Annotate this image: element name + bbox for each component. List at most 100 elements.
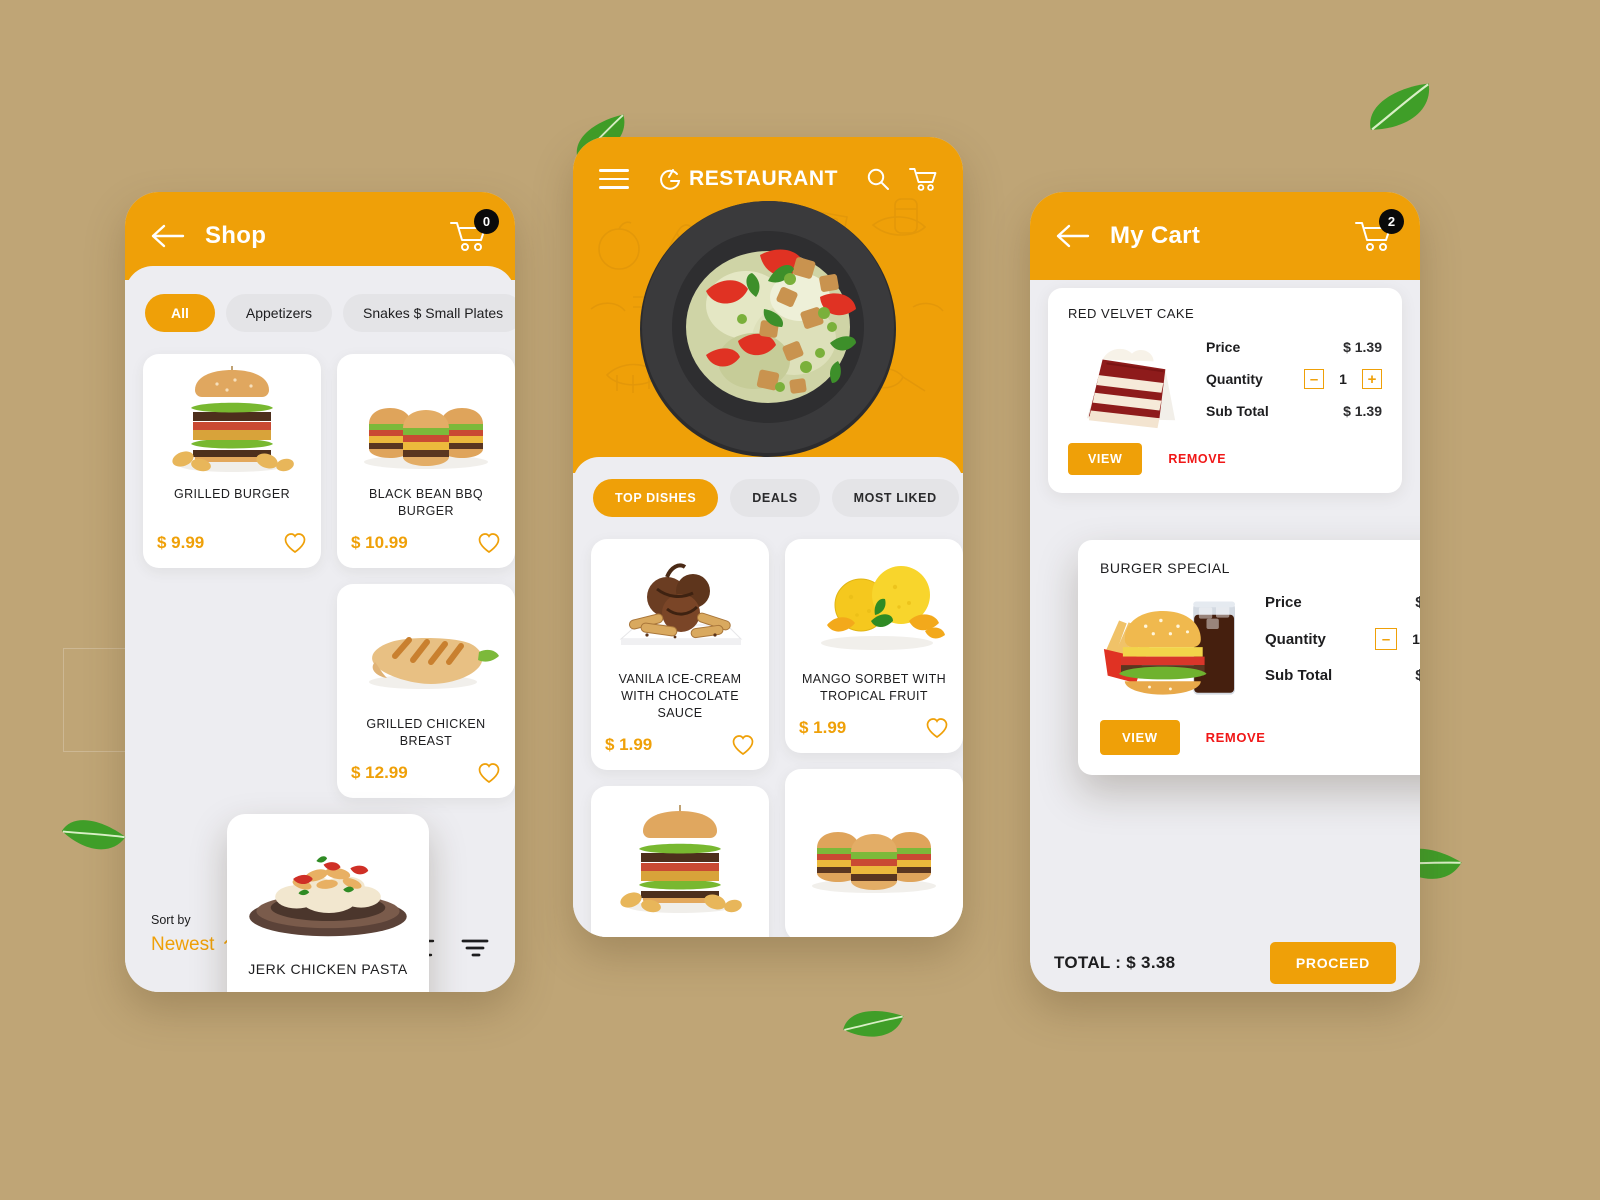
mango-sorbet-image [799, 551, 949, 661]
page-title: My Cart [1110, 222, 1201, 249]
product-name: GRILLED BURGER [173, 487, 291, 501]
bbq-burgers-image [799, 781, 949, 901]
filter-chip-all[interactable]: All [145, 294, 215, 332]
bbq-burgers-image [351, 366, 501, 476]
cart-item-price: $ 1.39 [1343, 339, 1382, 355]
quantity-value: 1 [1339, 371, 1347, 387]
cart-subtotal-row: Sub Total $ 1.39 [1206, 403, 1382, 419]
home-screen: RESTAURANT TOP DISHES DEALS MOST LIKED V… [573, 137, 963, 937]
quantity-stepper[interactable]: – 1 + [1375, 628, 1420, 650]
filter-chip-group: All Appetizers Snakes $ Small Plates [143, 266, 515, 332]
cart-item-name: BURGER SPECIAL [1100, 560, 1230, 576]
dish-name: MANGO SORBET WITH TROPICAL FRUIT [801, 672, 947, 703]
tab-most-liked[interactable]: MOST LIKED [831, 479, 959, 517]
quantity-increase-button[interactable]: + [1362, 369, 1382, 389]
cart-item: RED VELVET CAKE Price $ 1.39 Quantity – … [1048, 288, 1402, 493]
remove-button[interactable]: REMOVE [1168, 452, 1226, 466]
tab-top-dishes[interactable]: TOP DISHES [593, 479, 719, 517]
dish-card[interactable] [591, 785, 769, 937]
cart-price-row: Price $ 1.99 [1265, 594, 1420, 611]
grilled-burger-image [157, 366, 307, 476]
proceed-button[interactable]: PROCEED [1269, 942, 1396, 984]
dish-name: VANILA ICE-CREAM WITH CHOCOLATE SAUCE [618, 672, 742, 720]
product-price: $ 9.99 [157, 533, 205, 552]
quantity-stepper[interactable]: – 1 + [1304, 369, 1382, 389]
subtotal-label: Sub Total [1206, 403, 1269, 419]
dish-price: $ 1.99 [799, 718, 847, 737]
featured-product-card[interactable]: JERK CHICKEN PASTA $ 13.99 [227, 814, 429, 992]
quantity-value: 1 [1412, 631, 1420, 647]
cart-screen: My Cart 2 RED VELVET CAKE Price $ 1.39 Q… [1030, 192, 1420, 992]
cart-item-price: $ 1.99 [1415, 594, 1420, 611]
cart-total: TOTAL : $ 3.38 [1054, 953, 1176, 972]
sort-value: Newest [151, 934, 215, 956]
product-name: BLACK BEAN BBQ BURGER [369, 487, 483, 518]
leaf-decoration-icon [1360, 77, 1440, 139]
filter-chip-appetizers[interactable]: Appetizers [225, 294, 333, 332]
hamburger-icon[interactable] [599, 163, 629, 195]
dish-card[interactable] [785, 769, 963, 937]
favorite-heart-icon[interactable] [925, 717, 949, 739]
dish-price: $ 1.99 [605, 734, 653, 754]
tab-group: TOP DISHES DEALS MOST LIKED [591, 457, 959, 517]
hero-banner: RESTAURANT [573, 137, 963, 473]
quantity-label: Quantity [1265, 630, 1326, 648]
home-header: RESTAURANT [573, 137, 963, 195]
cart-subtotal-row: Sub Total $ 1.99 [1265, 667, 1420, 684]
filter-chip-snacks[interactable]: Snakes $ Small Plates [343, 294, 515, 332]
page-title: Shop [205, 222, 267, 249]
product-name: GRILLED CHICKEN BREAST [366, 717, 486, 748]
leaf-decoration-icon [839, 996, 907, 1051]
favorite-heart-icon[interactable] [283, 532, 307, 554]
cart-count-badge: 2 [1379, 209, 1404, 234]
favorite-heart-icon[interactable] [477, 762, 501, 784]
hero-dish-image [573, 193, 963, 461]
dish-card[interactable]: VANILA ICE-CREAM WITH CHOCOLATE SAUCE $ … [591, 539, 769, 770]
burger-with-soda-image [1100, 584, 1255, 714]
grilled-burger-image [605, 798, 755, 918]
cart-quantity-row: Quantity – 1 + [1265, 628, 1420, 650]
cart-item-subtotal: $ 1.99 [1415, 667, 1420, 684]
cart-price-row: Price $ 1.39 [1206, 339, 1382, 355]
filter-icon[interactable] [461, 938, 489, 958]
dish-card[interactable]: MANGO SORBET WITH TROPICAL FRUIT $ 1.99 [785, 539, 963, 753]
view-button[interactable]: VIEW [1068, 443, 1143, 475]
brand-name: RESTAURANT [688, 166, 839, 190]
product-card[interactable]: GRILLED BURGER $ 9.99 [143, 354, 321, 568]
price-label: Price [1265, 594, 1302, 611]
arrow-left-icon[interactable] [1056, 223, 1090, 249]
tab-deals[interactable]: DEALS [730, 479, 820, 517]
canvas: Shop 0 All Appetizers Snakes $ Small Pla… [0, 0, 1600, 1200]
cart-icon[interactable]: 0 [449, 209, 499, 253]
jerk-chicken-pasta-image [243, 828, 413, 946]
fork-circle-logo-icon [660, 168, 681, 190]
favorite-heart-icon[interactable] [731, 734, 755, 756]
cart-item-subtotal: $ 1.39 [1343, 403, 1382, 419]
product-price: $ 10.99 [351, 533, 408, 552]
chicken-breast-image [351, 596, 501, 706]
cart-item-name: RED VELVET CAKE [1068, 306, 1195, 321]
product-card[interactable]: BLACK BEAN BBQ BURGER $ 10.99 [337, 354, 515, 568]
cart-header: My Cart 2 [1030, 192, 1420, 280]
brand-logo: RESTAURANT [657, 167, 838, 191]
cart-icon[interactable] [909, 166, 937, 192]
remove-button[interactable]: REMOVE [1206, 730, 1266, 745]
cart-icon[interactable]: 2 [1354, 209, 1404, 253]
favorite-heart-icon[interactable] [477, 532, 501, 554]
product-card[interactable]: GRILLED CHICKEN BREAST $ 12.99 [337, 584, 515, 798]
leaf-decoration-icon [55, 799, 132, 871]
price-label: Price [1206, 339, 1241, 355]
quantity-decrease-button[interactable]: – [1304, 369, 1324, 389]
chocolate-icecream-image [605, 551, 755, 661]
view-button[interactable]: VIEW [1100, 720, 1180, 755]
subtotal-label: Sub Total [1265, 667, 1333, 684]
product-price: $ 12.99 [351, 763, 408, 782]
cart-item: BURGER SPECIAL Price $ Quantity – 1 Sub … [1078, 540, 1420, 775]
quantity-decrease-button[interactable]: – [1375, 628, 1397, 650]
product-grid: GRILLED BURGER $ 9.99 BLACK BEAN BBQ BUR… [143, 354, 515, 812]
arrow-left-icon[interactable] [151, 223, 185, 249]
search-icon[interactable] [866, 167, 890, 191]
cart-footer: TOTAL : $ 3.38 PROCEED [1030, 942, 1420, 984]
shop-screen: Shop 0 All Appetizers Snakes $ Small Pla… [125, 192, 515, 992]
red-velvet-cake-image [1068, 329, 1196, 437]
